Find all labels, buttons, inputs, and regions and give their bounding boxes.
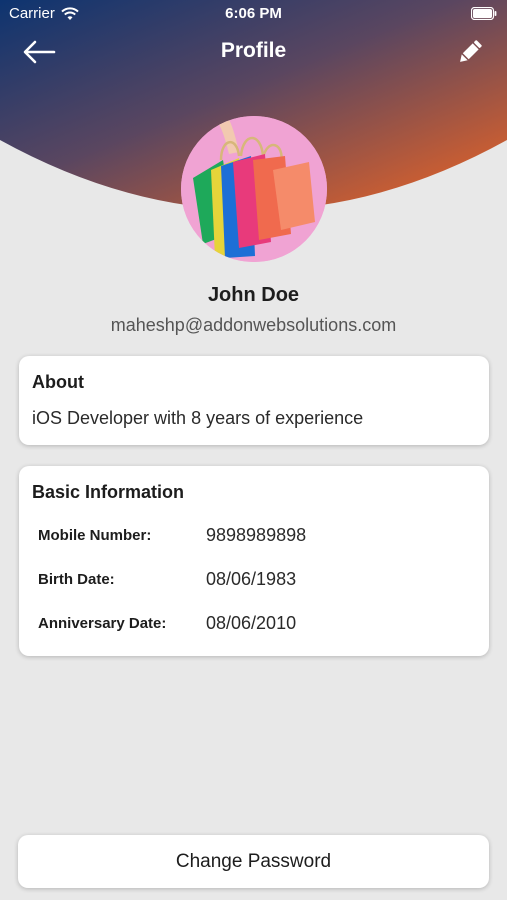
shopping-bags-image (181, 116, 327, 262)
about-title: About (32, 372, 84, 392)
about-card: About iOS Developer with 8 years of expe… (19, 356, 489, 445)
profile-avatar[interactable] (181, 116, 327, 262)
info-value: 08/06/1983 (206, 569, 297, 589)
info-row-birth-date: Birth Date: 08/06/1983 (38, 569, 478, 595)
edit-profile-button[interactable] (453, 36, 487, 68)
info-value: 08/06/2010 (206, 613, 297, 633)
info-value: 9898989898 (206, 525, 307, 545)
basic-information-title: Basic Information (32, 482, 185, 502)
user-email: maheshp@addonwebsolutions.com (110, 315, 397, 335)
status-bar: Carrier 6:06 PM (0, 0, 507, 28)
basic-information-card: Basic Information Mobile Number: 9898989… (19, 466, 489, 656)
info-row-anniversary-date: Anniversary Date: 08/06/2010 (38, 613, 478, 639)
about-text: iOS Developer with 8 years of experience (32, 408, 364, 428)
user-name: John Doe (207, 284, 300, 306)
info-row-mobile-number: Mobile Number: 9898989898 (38, 525, 478, 551)
info-label: Anniversary Date: (38, 615, 167, 632)
page-title: Profile (220, 39, 287, 62)
status-time: 6:06 PM (225, 5, 282, 22)
pencil-icon (460, 40, 482, 62)
info-label: Mobile Number: (38, 527, 152, 544)
info-label: Birth Date: (38, 571, 115, 588)
navigation-bar: Profile (0, 30, 507, 74)
change-password-button[interactable]: Change Password (18, 835, 489, 888)
battery-icon (471, 7, 497, 20)
